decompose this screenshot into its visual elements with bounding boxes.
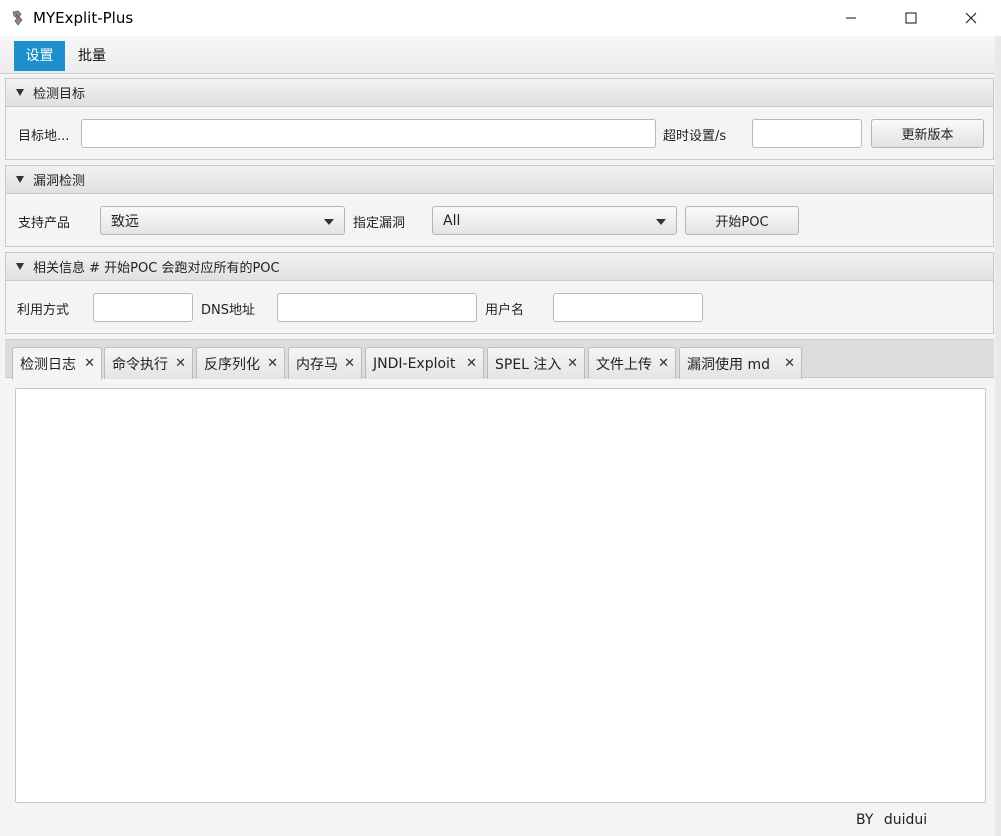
minimize-button[interactable] [821,0,881,36]
tab-close-icon[interactable]: ✕ [84,356,95,371]
tab-command-exec[interactable]: 命令执行 ✕ [104,347,193,379]
tab-close-icon[interactable]: ✕ [567,356,578,371]
collapse-arrow-icon [16,263,24,270]
dns-input[interactable] [277,293,477,322]
dropdown-arrow-icon [324,219,334,225]
username-input[interactable] [553,293,703,322]
target-pane-header[interactable]: 检测目标 [6,79,993,107]
tab-strip: 检测日志 ✕ 命令执行 ✕ 反序列化 ✕ 内存马 ✕ JNDI-Exploit … [5,339,994,380]
app-logo-icon [10,10,26,26]
target-address-label: 目标地... [18,129,70,144]
tab-label: 文件上传 [596,356,652,373]
dns-label: DNS地址 [201,303,255,318]
tab-close-icon[interactable]: ✕ [658,356,669,371]
vuln-selected-value: All [443,212,461,229]
tab-label: 反序列化 [204,356,260,373]
collapse-arrow-icon [16,89,24,96]
window-title: MYExplit-Plus [33,9,134,27]
minimize-icon [846,17,856,19]
tab-close-icon[interactable]: ✕ [175,356,186,371]
username-label: 用户名 [485,303,525,318]
collapse-arrow-icon [16,176,24,183]
tab-jndi-exploit[interactable]: JNDI-Exploit ✕ [365,347,484,379]
tab-label: 检测日志 [20,357,76,373]
maximize-icon [905,12,917,24]
menu-batch[interactable]: 批量 [68,41,116,71]
product-label: 支持产品 [18,216,71,231]
tab-close-icon[interactable]: ✕ [466,356,477,371]
title-bar: MYExplit-Plus [0,0,1001,36]
footer-credit: BY duidui [856,812,928,828]
info-pane-title: 相关信息 # 开始POC 会跑对应所有的POC [33,261,280,276]
tab-label: 内存马 [296,356,338,373]
vuln-pane: 漏洞检测 支持产品 致远 指定漏洞 All 开始POC [5,165,994,247]
vuln-select[interactable]: All [432,206,677,235]
vuln-pane-title: 漏洞检测 [33,174,86,189]
tab-vuln-usage-md[interactable]: 漏洞使用 md ✕ [679,347,802,379]
timeout-label: 超时设置/s [663,129,727,144]
product-selected-value: 致远 [111,213,139,230]
method-input[interactable] [93,293,193,322]
close-button[interactable] [941,0,1001,36]
tab-memshell[interactable]: 内存马 ✕ [288,347,362,379]
target-pane: 检测目标 目标地... 超时设置/s 更新版本 [5,78,994,160]
update-version-button[interactable]: 更新版本 [871,119,984,148]
vuln-label: 指定漏洞 [353,216,406,231]
tab-label: 漏洞使用 md [687,356,770,373]
start-poc-button[interactable]: 开始POC [685,206,799,235]
log-output-textarea[interactable] [15,388,986,803]
vuln-pane-header[interactable]: 漏洞检测 [6,166,993,194]
target-address-input[interactable] [81,119,656,148]
maximize-button[interactable] [881,0,941,36]
info-pane-header[interactable]: 相关信息 # 开始POC 会跑对应所有的POC [6,253,993,281]
tab-label: SPEL 注入 [495,356,562,373]
window-edge [995,36,1001,836]
info-pane: 相关信息 # 开始POC 会跑对应所有的POC 利用方式 DNS地址 用户名 [5,252,994,334]
tab-label: 命令执行 [112,356,168,373]
tab-close-icon[interactable]: ✕ [784,356,795,371]
menu-settings[interactable]: 设置 [14,41,65,71]
product-select[interactable]: 致远 [100,206,345,235]
dropdown-arrow-icon [656,219,666,225]
tab-file-upload[interactable]: 文件上传 ✕ [588,347,676,379]
method-label: 利用方式 [17,303,70,318]
target-pane-title: 检测目标 [33,87,86,102]
tab-spel-injection[interactable]: SPEL 注入 ✕ [487,347,585,379]
tab-detection-log[interactable]: 检测日志 ✕ [12,347,102,380]
close-icon [965,12,977,24]
timeout-input[interactable] [752,119,862,148]
menu-bar: 设置 批量 [0,36,1001,74]
window-controls [821,0,1001,36]
tab-deserialization[interactable]: 反序列化 ✕ [196,347,285,379]
tab-close-icon[interactable]: ✕ [344,356,355,371]
tab-close-icon[interactable]: ✕ [267,356,278,371]
tab-label: JNDI-Exploit [373,355,456,372]
